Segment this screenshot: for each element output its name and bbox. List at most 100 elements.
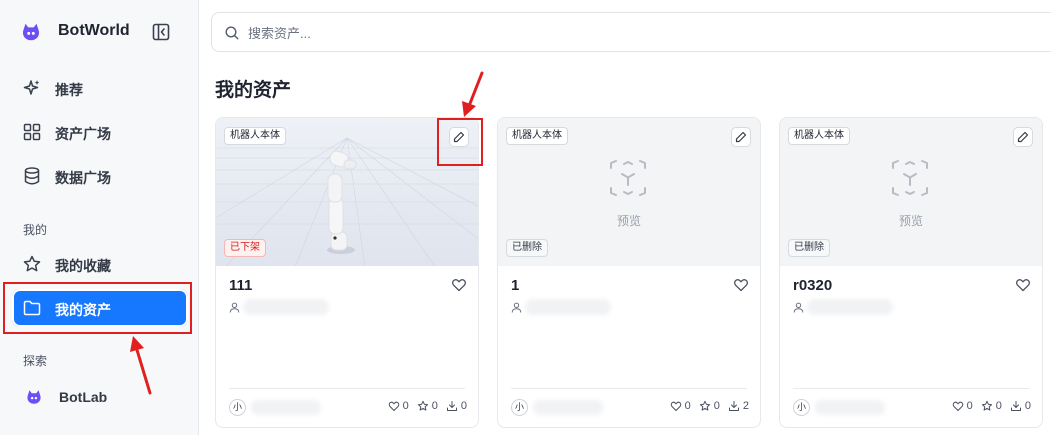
search-icon: [225, 26, 239, 40]
like-count: 0: [966, 400, 973, 412]
heart-icon[interactable]: [733, 277, 749, 293]
pencil-icon: [735, 131, 747, 143]
star-icon: [981, 400, 992, 411]
avatar[interactable]: 小: [793, 399, 810, 416]
divider: [793, 388, 1029, 389]
divider: [229, 388, 465, 389]
download-count: 0: [460, 400, 467, 412]
redacted-author-name: [533, 400, 603, 415]
redacted-author-name: [251, 400, 321, 415]
redacted-owner-name: [525, 299, 611, 315]
like-count: 0: [684, 400, 691, 412]
sidebar-item-label: 推荐: [55, 82, 83, 98]
like-count: 0: [402, 400, 409, 412]
asset-type-badge: 机器人本体: [506, 127, 568, 145]
star-count: 0: [995, 400, 1002, 412]
status-badge: 已删除: [788, 239, 830, 257]
heart-icon[interactable]: [1015, 277, 1031, 293]
asset-preview-placeholder: 机器人本体 预览 已删除: [780, 118, 1042, 266]
asset-title[interactable]: 111: [229, 277, 252, 294]
brand-name: BotWorld: [58, 22, 130, 39]
page-title: 我的资产: [215, 80, 292, 101]
sidebar-item-label: BotLab: [59, 389, 108, 405]
user-icon: [511, 302, 522, 313]
sidebar-item-label: 数据广场: [55, 170, 111, 186]
star-count: 0: [713, 400, 720, 412]
card-footer: 小 0 0 2: [511, 398, 749, 418]
status-badge: 已删除: [506, 239, 548, 257]
asset-type-badge: 机器人本体: [788, 127, 850, 145]
redacted-author-name: [815, 400, 885, 415]
asset-preview-placeholder: 机器人本体 预览 已删除: [498, 118, 760, 266]
annotation-arrow-to-edit: [462, 71, 484, 117]
user-icon: [229, 302, 240, 313]
annotation-highlight-box: [3, 282, 192, 334]
edit-button[interactable]: [1013, 127, 1033, 147]
heart-icon[interactable]: [451, 277, 467, 293]
star-stat[interactable]: 0: [981, 400, 1002, 412]
sidebar-item-asset-square[interactable]: 资产广场: [12, 113, 188, 151]
card-footer: 小 0 0 0: [793, 398, 1031, 418]
redacted-owner-name: [243, 299, 329, 315]
sidebar: BotWorld 推荐 资产广场 数据广场 我的 我的收藏 我的资产 探索 Bo…: [0, 0, 199, 435]
sidebar-item-label: 我的收藏: [55, 258, 111, 274]
divider: [511, 388, 747, 389]
search-bar: [211, 12, 1051, 52]
edit-button[interactable]: [731, 127, 751, 147]
heart-icon: [388, 401, 399, 412]
annotation-highlight-box: [437, 118, 483, 166]
download-stat[interactable]: 0: [1010, 400, 1031, 412]
sidebar-item-botlab[interactable]: BotLab: [12, 378, 188, 416]
star-stat[interactable]: 0: [699, 400, 720, 412]
download-stat[interactable]: 0: [446, 400, 467, 412]
star-count: 0: [431, 400, 438, 412]
redacted-owner-name: [807, 299, 893, 315]
sidebar-item-recommend[interactable]: 推荐: [12, 69, 188, 107]
like-stat[interactable]: 0: [670, 400, 691, 412]
grid-icon: [23, 123, 41, 141]
download-count: 0: [1024, 400, 1031, 412]
sparkle-icon: [23, 80, 40, 95]
pencil-icon: [1017, 131, 1029, 143]
download-icon: [1010, 401, 1021, 411]
robot-arm-illustration: [327, 150, 357, 254]
asset-card[interactable]: 机器人本体 预览 已删除 r0320 小 0 0 0: [779, 117, 1043, 428]
botlab-logo-icon: [27, 390, 41, 404]
star-icon: [417, 400, 428, 411]
asset-card[interactable]: 机器人本体 预览 已删除 1 小 0 0 2: [497, 117, 761, 428]
brand[interactable]: BotWorld: [20, 20, 130, 44]
asset-title[interactable]: r0320: [793, 277, 832, 294]
download-icon: [728, 401, 739, 411]
like-stat[interactable]: 0: [952, 400, 973, 412]
card-stats: 0 0 2: [662, 400, 749, 412]
download-stat[interactable]: 2: [728, 400, 749, 412]
status-badge: 已下架: [224, 239, 266, 257]
asset-type-badge: 机器人本体: [224, 127, 286, 145]
3d-cube-placeholder-icon: [892, 160, 928, 196]
botworld-logo-icon: [22, 23, 40, 41]
heart-icon: [952, 401, 963, 412]
3d-cube-placeholder-icon: [610, 160, 646, 196]
card-stats: 0 0 0: [944, 400, 1031, 412]
section-label-mine: 我的: [23, 223, 48, 237]
asset-title[interactable]: 1: [511, 277, 519, 294]
star-icon: [23, 255, 41, 272]
star-stat[interactable]: 0: [417, 400, 438, 412]
section-label-explore: 探索: [23, 354, 48, 368]
star-icon: [699, 400, 710, 411]
search-input[interactable]: [248, 22, 848, 44]
user-icon: [793, 302, 804, 313]
preview-label: 预览: [616, 214, 641, 228]
sidebar-item-data-square[interactable]: 数据广场: [12, 157, 188, 195]
avatar[interactable]: 小: [511, 399, 528, 416]
sidebar-item-favorites[interactable]: 我的收藏: [12, 245, 188, 283]
avatar[interactable]: 小: [229, 399, 246, 416]
sidebar-item-label: 资产广场: [55, 126, 111, 142]
preview-label: 预览: [898, 214, 923, 228]
database-icon: [24, 167, 40, 185]
card-footer: 小 0 0 0: [229, 398, 467, 418]
heart-icon: [670, 401, 681, 412]
like-stat[interactable]: 0: [388, 400, 409, 412]
collapse-sidebar-icon[interactable]: [151, 22, 171, 42]
download-icon: [446, 401, 457, 411]
